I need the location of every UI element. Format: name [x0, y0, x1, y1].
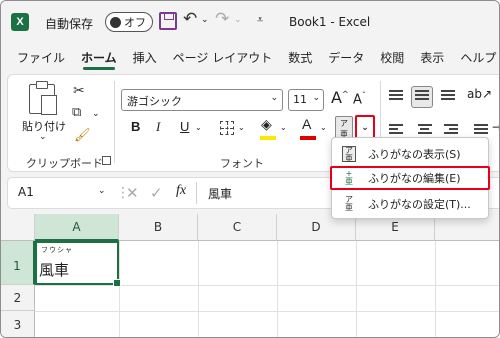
- formula-input[interactable]: 風車: [208, 185, 232, 202]
- autosave-toggle[interactable]: オフ: [105, 12, 153, 32]
- toggle-knob-icon: [110, 16, 121, 28]
- menu-item-phonetic-settings[interactable]: ア亜 ふりがなの設定(T)...: [332, 192, 488, 216]
- customize-quick-access-icon[interactable]: ⩡: [257, 13, 263, 27]
- gridline: [198, 241, 199, 337]
- gridline: [35, 285, 499, 286]
- edit-phonetic-icon: + 亜: [345, 169, 353, 186]
- tab-review[interactable]: 校閲: [372, 43, 412, 73]
- copy-dropdown-chevron-icon[interactable]: ⌄: [92, 109, 100, 119]
- decrease-indent-icon[interactable]: [474, 124, 488, 138]
- font-group-label: フォント: [220, 157, 264, 170]
- align-left-icon[interactable]: [389, 124, 403, 138]
- column-header[interactable]: B: [119, 214, 198, 241]
- row-header[interactable]: 3: [1, 311, 35, 337]
- underline-button[interactable]: U: [180, 119, 189, 134]
- excel-window: X 自動保存 オフ ↶ ⌄ ↷ ⌄ ⩡ Book1 - Excel ファイル ホ…: [0, 0, 500, 338]
- font-size-select[interactable]: 11 ⌄: [288, 89, 324, 111]
- title-bar: X 自動保存 オフ ↶ ⌄ ↷ ⌄ ⩡ Book1 - Excel: [1, 1, 499, 43]
- cut-icon[interactable]: ✂: [73, 83, 85, 99]
- font-size-value: 11: [293, 93, 307, 106]
- menu-item-label: ふりがなの編集(E): [368, 172, 461, 185]
- tab-file[interactable]: ファイル: [9, 43, 73, 73]
- menu-item-label: ふりがなの設定(T)...: [368, 198, 471, 211]
- gridline: [119, 241, 120, 337]
- name-box[interactable]: A1: [18, 185, 34, 199]
- italic-button[interactable]: I: [156, 119, 160, 135]
- format-painter-icon[interactable]: 🖌: [74, 128, 91, 143]
- align-right-icon[interactable]: [444, 124, 458, 138]
- phonetic-guide-menu: ア亜 ふりがなの表示(S) + 亜 ふりがなの編集(E) ア亜 ふりがなの設定(T…: [330, 137, 490, 219]
- tab-page-layout[interactable]: ページ レイアウト: [165, 43, 281, 73]
- ribbon-tabs: ファイル ホーム 挿入 ページ レイアウト 数式 データ 校閲 表示 ヘルプ: [1, 43, 499, 73]
- menu-item-label: ふりがなの表示(S): [368, 148, 461, 161]
- insert-function-icon[interactable]: fx: [176, 183, 186, 199]
- borders-dropdown-chevron-icon[interactable]: ⌄: [238, 123, 245, 132]
- clipboard-group-label: クリップボード: [26, 157, 103, 170]
- autosave-state: オフ: [124, 16, 146, 29]
- enter-icon[interactable]: ✓: [150, 184, 163, 202]
- group-divider: [114, 81, 115, 163]
- fill-color-swatch: [260, 136, 276, 140]
- paste-icon[interactable]: [29, 81, 57, 115]
- menu-item-edit-phonetic[interactable]: + 亜 ふりがなの編集(E): [330, 166, 490, 190]
- menu-item-show-phonetic[interactable]: ア亜 ふりがなの表示(S): [332, 142, 488, 166]
- cell-a1-furigana: フウシャ: [41, 246, 73, 254]
- fill-color-icon[interactable]: ◈: [261, 117, 272, 133]
- save-icon[interactable]: [159, 12, 177, 30]
- font-name-select[interactable]: 游ゴシック ⌄: [121, 89, 283, 111]
- excel-logo-icon: X: [11, 13, 29, 31]
- redo-icon[interactable]: ↷: [215, 9, 229, 29]
- font-name-chevron-down-icon: ⌄: [270, 93, 278, 103]
- increase-indent-icon[interactable]: →: [492, 120, 499, 134]
- autosave-label: 自動保存: [45, 17, 94, 31]
- tab-formulas[interactable]: 数式: [280, 43, 320, 73]
- gridline: [356, 241, 357, 337]
- align-top-icon[interactable]: [389, 90, 403, 104]
- gridline: [35, 311, 499, 312]
- cancel-icon[interactable]: ✕: [126, 184, 139, 202]
- align-center-icon[interactable]: [418, 124, 432, 138]
- redo-dropdown-chevron-icon[interactable]: ⌄: [234, 15, 242, 25]
- formula-divider: [196, 182, 197, 204]
- paste-dropdown-chevron-icon[interactable]: ⌄: [39, 132, 47, 142]
- select-all-corner[interactable]: [1, 214, 35, 241]
- row-header[interactable]: 2: [1, 285, 35, 311]
- tab-help[interactable]: ヘルプ: [452, 43, 499, 73]
- underline-dropdown-chevron-icon[interactable]: ⌄: [195, 123, 202, 132]
- column-header[interactable]: C: [198, 214, 277, 241]
- column-header[interactable]: A: [35, 214, 119, 241]
- cell-a1-value: 風車: [39, 261, 70, 279]
- tab-data[interactable]: データ: [320, 43, 372, 73]
- show-phonetic-icon: ア亜: [342, 146, 356, 163]
- orientation-icon[interactable]: ab↗: [467, 87, 492, 101]
- bold-button[interactable]: B: [131, 119, 140, 134]
- tab-insert[interactable]: 挿入: [125, 43, 165, 73]
- increase-font-size-icon[interactable]: A^: [331, 88, 349, 107]
- undo-dropdown-chevron-icon[interactable]: ⌄: [201, 15, 209, 25]
- document-title: Book1 - Excel: [289, 15, 371, 29]
- row-header[interactable]: 1: [1, 241, 35, 285]
- tab-view[interactable]: 表示: [412, 43, 452, 73]
- name-box-chevron-down-icon[interactable]: ⌄: [98, 186, 106, 196]
- tab-home[interactable]: ホーム: [73, 43, 125, 73]
- gridline: [277, 241, 278, 337]
- font-size-chevron-down-icon: ⌄: [312, 93, 320, 103]
- worksheet-grid[interactable]: A B C D E 1 2 3 フウシャ 風車: [1, 214, 499, 337]
- decrease-font-size-icon[interactable]: Aˇ: [353, 91, 366, 107]
- dialog-launcher-icon[interactable]: ↘: [102, 156, 111, 165]
- undo-icon[interactable]: ↶: [183, 9, 197, 29]
- align-middle-icon: [415, 90, 429, 104]
- phonetic-settings-icon: ア亜: [345, 195, 353, 212]
- copy-icon[interactable]: ⧉: [72, 105, 81, 120]
- align-bottom-icon[interactable]: [441, 90, 455, 104]
- borders-icon[interactable]: [220, 121, 234, 135]
- font-color-dropdown-chevron-icon[interactable]: ⌄: [320, 123, 327, 132]
- gridline: [435, 241, 436, 337]
- font-name-value: 游ゴシック: [127, 95, 182, 108]
- font-color-swatch: [300, 136, 316, 140]
- fill-color-dropdown-chevron-icon[interactable]: ⌄: [280, 123, 287, 132]
- font-color-icon[interactable]: A: [302, 116, 311, 132]
